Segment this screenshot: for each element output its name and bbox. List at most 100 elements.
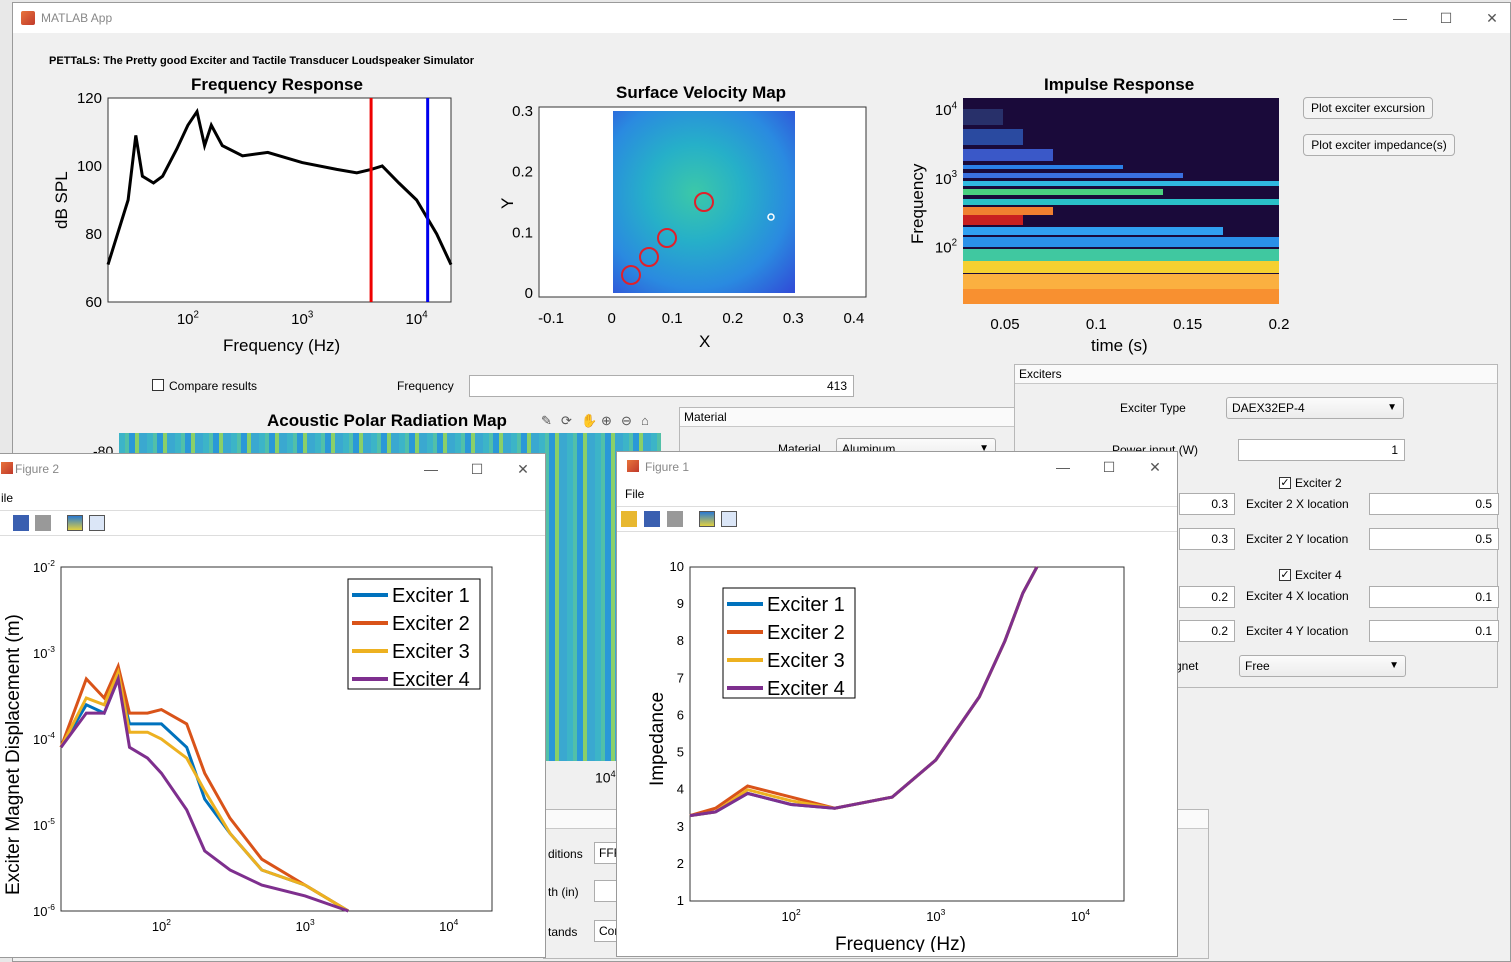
freq-ytick: 100 (77, 158, 102, 175)
spectrogram-band (963, 261, 1279, 273)
zoom-in-icon[interactable]: ⊕ (601, 413, 612, 429)
plot-impedance-button[interactable]: Plot exciter impedance(s) (1303, 134, 1455, 156)
minimize-icon[interactable]: — (421, 459, 441, 479)
exciter-type-dropdown[interactable]: DAEX32EP-4 ▼ (1226, 397, 1404, 419)
velocity-heatmap (613, 111, 795, 293)
impedance-ytick: 4 (677, 782, 684, 797)
maximize-icon[interactable]: ☐ (1099, 457, 1119, 477)
impedance-ytick: 2 (677, 856, 684, 871)
velocity-ytick: 0.2 (512, 164, 533, 181)
compare-results-checkbox[interactable] (152, 379, 164, 391)
exciter2-y-field[interactable]: 0.5 (1369, 528, 1499, 550)
spectrogram-band (963, 289, 1279, 304)
spectrogram-band (963, 109, 1003, 125)
figure1-toolbar (617, 506, 1177, 532)
figure2-title: Figure 2 (15, 462, 60, 476)
close-icon[interactable]: ✕ (1482, 8, 1502, 28)
exciter1-x-field[interactable]: 0.3 (1179, 493, 1235, 515)
depth-label: th (in) (548, 885, 579, 899)
impulse-response-plot: 0.05 0.1 0.15 0.2 104 103 102 time (s) Frequen… (908, 98, 1290, 355)
spectrogram-band (963, 165, 1123, 169)
velocity-ytick: 0 (525, 285, 533, 302)
close-icon[interactable]: ✕ (513, 459, 533, 479)
legend-label: Exciter 3 (767, 650, 845, 672)
home-icon[interactable]: ⌂ (641, 413, 649, 428)
exciter4-y-field[interactable]: 0.1 (1369, 620, 1499, 642)
brush-icon[interactable]: ✎ (541, 413, 552, 429)
impedance-xtick: 104 (1071, 907, 1090, 924)
figure2-toolbar (0, 510, 545, 536)
impulse-xtick: 0.05 (990, 316, 1019, 333)
app-titlebar: MATLAB App — ☐ ✕ (13, 3, 1510, 33)
displacement-xtick: 102 (152, 917, 171, 934)
velocity-xtick: 0.4 (843, 310, 864, 327)
impedance-ytick: 3 (677, 819, 684, 834)
minimize-icon[interactable]: — (1053, 457, 1073, 477)
close-icon[interactable]: ✕ (1145, 457, 1165, 477)
exciter2-checkbox[interactable]: ✓ (1279, 477, 1291, 489)
file-menu[interactable]: File (625, 487, 644, 501)
exciter4-y-label: Exciter 4 Y location (1246, 624, 1349, 638)
colorbar-icon[interactable] (699, 511, 715, 527)
exciter1-y-field[interactable]: 0.3 (1179, 528, 1235, 550)
power-input-field[interactable]: 1 (1238, 439, 1405, 461)
stands-label: tands (548, 925, 578, 939)
spectrogram-band (963, 215, 1023, 225)
displacement-xtick: 103 (295, 917, 314, 934)
figure2-titlebar: Figure 2 — ☐ ✕ (0, 454, 545, 484)
exciter4-checkbox[interactable]: ✓ (1279, 569, 1291, 581)
magnet-label: gnet (1175, 659, 1199, 673)
legend-icon[interactable] (89, 515, 105, 531)
open-folder-icon[interactable] (621, 511, 637, 527)
exciter3-y-field[interactable]: 0.2 (1179, 620, 1235, 642)
maximize-icon[interactable]: ☐ (467, 459, 487, 479)
exciter2-y-label: Exciter 2 Y location (1246, 532, 1349, 546)
impedance-xtick: 102 (782, 907, 801, 924)
spectrogram-band (963, 249, 1279, 261)
exciter2-x-field[interactable]: 0.5 (1369, 493, 1499, 515)
displacement-ytick: 10-5 (33, 816, 55, 833)
zoom-out-icon[interactable]: ⊖ (621, 413, 632, 429)
save-icon[interactable] (13, 515, 29, 531)
polar-xtick: 104 (595, 769, 616, 786)
velocity-map-plot: -0.1 0 0.1 0.2 0.3 0.4 0.3 0.2 0.1 0 X Y (498, 103, 867, 351)
impedance-plot: 10 9 8 7 6 5 4 3 2 1 102 103 104 Exciter 1 Exciter 2 E… (647, 559, 1125, 952)
file-menu[interactable]: ile (1, 491, 13, 505)
print-icon[interactable] (667, 511, 683, 527)
print-icon[interactable] (35, 515, 51, 531)
exciter4-x-field[interactable]: 0.1 (1369, 586, 1499, 608)
spectrogram-band (963, 173, 1183, 178)
velocity-ytick: 0.3 (512, 103, 533, 120)
freq-ytick: 80 (85, 226, 102, 243)
plot-excursion-button[interactable]: Plot exciter excursion (1303, 97, 1433, 119)
save-icon[interactable] (644, 511, 660, 527)
velocity-xlabel: X (699, 332, 710, 351)
rotate-icon[interactable]: ⟳ (561, 413, 572, 429)
legend-label: Exciter 4 (392, 669, 470, 691)
exciter2-label: Exciter 2 (1295, 476, 1342, 490)
impulse-xtick: 0.2 (1269, 316, 1290, 333)
frequency-input[interactable]: 413 (469, 375, 854, 397)
minimize-icon[interactable]: — (1390, 8, 1410, 28)
pan-icon[interactable]: ✋ (581, 413, 597, 429)
velocity-xtick: 0.2 (722, 310, 743, 327)
freq-xlabel: Frequency (Hz) (223, 336, 340, 355)
exciter3-x-field[interactable]: 0.2 (1179, 586, 1235, 608)
freq-ylabel: dB SPL (52, 171, 71, 229)
impulse-ylabel: Frequency (908, 163, 927, 244)
legend-icon[interactable] (721, 511, 737, 527)
impedance-ytick: 8 (677, 633, 684, 648)
legend-label: Exciter 1 (392, 585, 470, 607)
displacement-ytick: 10-6 (33, 902, 55, 919)
chevron-down-icon: ▼ (1387, 402, 1397, 413)
magnet-dropdown[interactable]: Free ▼ (1239, 655, 1406, 677)
polar-plot-title: Acoustic Polar Radiation Map (267, 411, 507, 430)
exciter-type-label: Exciter Type (1120, 401, 1186, 415)
impulse-ytick: 102 (935, 238, 957, 257)
maximize-icon[interactable]: ☐ (1436, 8, 1456, 28)
freq-xtick: 104 (406, 309, 429, 328)
colorbar-icon[interactable] (67, 515, 83, 531)
displacement-ytick: 10-3 (33, 644, 55, 661)
velocity-ytick: 0.1 (512, 224, 533, 241)
figure2-window: Figure 2 — ☐ ✕ ile 10-2 10-3 10-4 10-5 10-6 1… (0, 453, 546, 958)
